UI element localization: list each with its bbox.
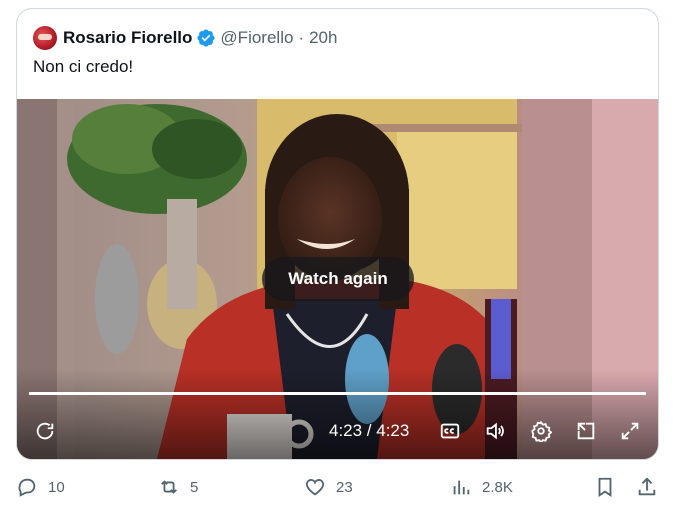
bookmark-button[interactable] <box>594 476 626 498</box>
tweet-header: Rosario Fiorello @Fiorello · 20h <box>33 25 337 51</box>
replay-icon <box>36 422 54 440</box>
watch-again-button[interactable]: Watch again <box>262 257 414 301</box>
author-name[interactable]: Rosario Fiorello <box>63 28 192 48</box>
repost-button[interactable]: 5 <box>158 476 198 498</box>
settings-button[interactable] <box>527 417 555 445</box>
reply-count: 10 <box>48 478 65 496</box>
volume-icon <box>486 422 504 440</box>
captions-icon <box>440 423 460 439</box>
tweet-action-bar: 10 5 23 2.8K <box>16 468 659 508</box>
tweet-text: Non ci credo! <box>33 57 134 76</box>
volume-button[interactable] <box>481 417 509 445</box>
repost-count: 5 <box>190 478 199 496</box>
reply-button[interactable]: 10 <box>16 476 65 498</box>
captions-button[interactable] <box>436 417 464 445</box>
views-button[interactable]: 2.8K <box>450 476 513 498</box>
video-progress-bar[interactable] <box>29 392 646 395</box>
picture-in-picture-icon <box>577 422 595 440</box>
bookmark-icon <box>598 477 612 497</box>
reply-icon <box>18 478 36 497</box>
video-progress-fill <box>29 392 646 395</box>
picture-in-picture-button[interactable] <box>572 417 600 445</box>
separator-dot: · <box>298 28 305 47</box>
views-count: 2.8K <box>482 478 513 496</box>
tweet-card[interactable]: Rosario Fiorello @Fiorello · 20h Non ci … <box>16 8 659 460</box>
share-icon <box>638 477 656 496</box>
author-avatar[interactable] <box>33 26 57 50</box>
fullscreen-icon <box>621 422 639 440</box>
tweet-time[interactable]: 20h <box>309 28 337 48</box>
replay-button[interactable] <box>31 417 59 445</box>
fullscreen-button[interactable] <box>616 417 644 445</box>
video-controls: 4:23 / 4:23 <box>17 417 658 447</box>
repost-icon <box>161 480 177 494</box>
video-player[interactable]: Watch again 4:23 / 4:23 <box>17 99 658 459</box>
video-time-readout: 4:23 / 4:23 <box>329 421 410 440</box>
verified-badge-icon <box>197 29 215 47</box>
share-button[interactable] <box>636 476 668 498</box>
like-button[interactable]: 23 <box>304 476 353 498</box>
author-handle[interactable]: @Fiorello <box>220 28 293 48</box>
views-icon <box>453 480 470 495</box>
like-count: 23 <box>336 478 353 496</box>
like-icon <box>305 479 325 496</box>
settings-icon <box>531 420 552 442</box>
